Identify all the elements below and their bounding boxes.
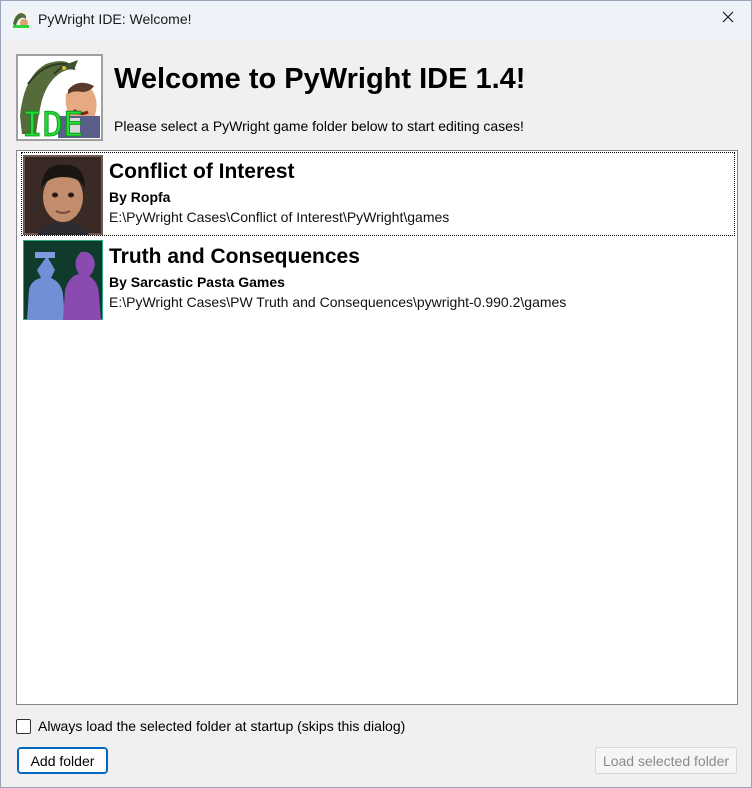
close-icon[interactable]	[722, 10, 734, 28]
page-subtitle: Please select a PyWright game folder bel…	[114, 118, 524, 134]
startup-option[interactable]: Always load the selected folder at start…	[16, 717, 405, 735]
game-title: Conflict of Interest	[109, 160, 295, 183]
load-selected-folder-button[interactable]: Load selected folder	[595, 747, 737, 774]
game-folder-list[interactable]: Conflict of Interest By Ropfa E:\PyWrigh…	[16, 150, 738, 705]
title-bar: PyWright IDE: Welcome!	[1, 1, 751, 39]
window-title: PyWright IDE: Welcome!	[38, 11, 192, 27]
add-folder-button[interactable]: Add folder	[17, 747, 108, 774]
list-item-conflict-of-interest[interactable]: Conflict of Interest By Ropfa E:\PyWrigh…	[21, 152, 735, 236]
startup-label[interactable]: Always load the selected folder at start…	[38, 718, 405, 734]
pywright-ide-logo-icon: IDE	[16, 54, 103, 141]
game-path: E:\PyWright Cases\Conflict of Interest\P…	[109, 209, 450, 225]
app-icon	[11, 10, 31, 30]
game-title: Truth and Consequences	[109, 245, 360, 268]
close-button[interactable]	[705, 1, 751, 37]
game-path: E:\PyWright Cases\PW Truth and Consequen…	[109, 294, 567, 310]
startup-checkbox[interactable]	[16, 718, 31, 734]
game-thumbnail-icon	[23, 240, 103, 320]
page-title: Welcome to PyWright IDE 1.4!	[114, 63, 526, 95]
welcome-dialog: PyWright IDE: Welcome! IDE Welcome to Py…	[0, 0, 752, 788]
game-author: By Ropfa	[109, 189, 171, 205]
list-item-truth-and-consequences[interactable]: Truth and Consequences By Sarcastic Past…	[21, 237, 735, 321]
game-author: By Sarcastic Pasta Games	[109, 274, 285, 290]
game-thumbnail-icon	[23, 155, 103, 235]
logo-text: IDE	[22, 105, 83, 139]
